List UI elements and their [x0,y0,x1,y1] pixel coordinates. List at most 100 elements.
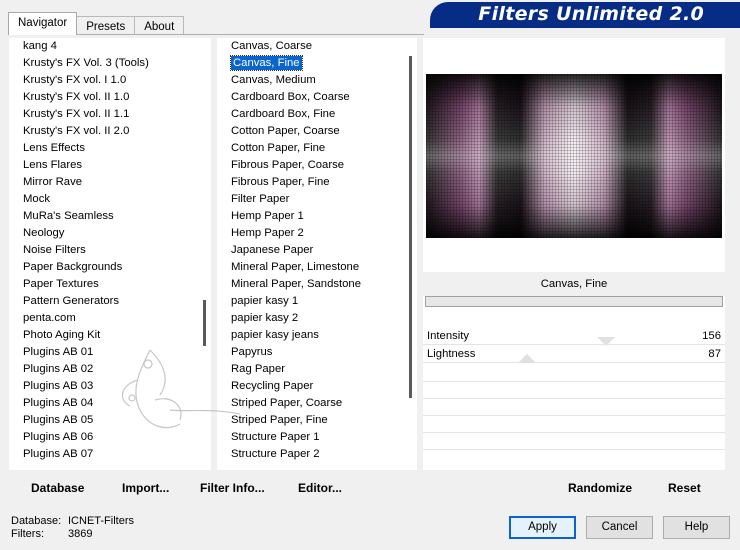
filter-list-item[interactable]: Fibrous Paper, Fine [217,174,417,191]
category-list-item[interactable]: Plugins AB 02 [9,361,211,378]
filter-list-item[interactable]: Canvas, Coarse [217,38,417,55]
status-filters-label: Filters: [11,528,44,540]
filter-list-item[interactable]: Mineral Paper, Limestone [217,259,417,276]
category-list-item[interactable]: Mirror Rave [9,174,211,191]
filter-list-item[interactable]: Structure Paper 2 [217,446,417,463]
tab-navigator[interactable]: Navigator [8,12,78,35]
tab-presets[interactable]: Presets [76,16,136,35]
filter-list-item[interactable]: Fibrous Paper, Coarse [217,157,417,174]
filter-list-item[interactable]: Recycling Paper [217,378,417,395]
category-list-item[interactable]: Krusty's FX vol. II 1.1 [9,106,211,123]
filter-list[interactable]: Canvas, Coarse Canvas, Fine Canvas, Medium… [217,38,417,470]
filter-list-item-label: Cardboard Box, Fine [231,108,336,120]
import-button[interactable]: Import... [122,478,169,498]
category-list-item[interactable]: penta.com [9,310,211,327]
filter-list-item[interactable]: papier kasy 1 [217,293,417,310]
filter-list-item-label: papier kasy 2 [231,312,299,324]
category-list-item[interactable]: Krusty's FX vol. II 1.0 [9,89,211,106]
filter-scroll-thumb[interactable] [409,56,412,398]
editor-button[interactable]: Editor... [298,478,342,498]
editor-button-label: Editor... [298,481,343,495]
progress-bar [425,296,723,307]
filter-items: Canvas, Coarse Canvas, Fine Canvas, Medium… [217,38,417,463]
filter-list-item[interactable]: Canvas, Fine [217,55,417,72]
filter-list-item-label: Rag Paper [231,363,286,375]
category-list-item[interactable]: Lens Effects [9,140,211,157]
filter-info-button-label: Filter Info... [200,481,265,495]
category-list-item[interactable]: Plugins AB 03 [9,378,211,395]
status-database-label: Database: [11,515,62,527]
category-list-item[interactable]: MuRa's Seamless [9,208,211,225]
help-button[interactable]: Help [663,516,730,539]
filter-list-item-label: Recycling Paper [231,380,314,392]
apply-button[interactable]: Apply [509,516,576,539]
filter-list-item-label: papier kasy 1 [231,295,299,307]
filter-list-item[interactable]: Hemp Paper 2 [217,225,417,242]
category-list-item[interactable]: Paper Textures [9,276,211,293]
category-list-item[interactable]: Neology [9,225,211,242]
filter-list-item[interactable]: Cardboard Box, Fine [217,106,417,123]
filter-list-item[interactable]: papier kasy jeans [217,327,417,344]
filter-list-item[interactable]: Hemp Paper 1 [217,208,417,225]
category-list-item[interactable]: Plugins AB 01 [9,344,211,361]
filter-list-item[interactable]: Mineral Paper, Sandstone [217,276,417,293]
filter-list-item-label: Fibrous Paper, Coarse [231,159,345,171]
filter-preview-image[interactable] [426,74,722,238]
category-list-item[interactable]: Noise Filters [9,242,211,259]
category-list-item[interactable]: Krusty's FX vol. II 2.0 [9,123,211,140]
filter-list-item-label: Cardboard Box, Coarse [231,91,350,103]
slider-marker-icon [518,354,536,363]
database-button[interactable]: Database [31,478,84,498]
category-list-item[interactable]: Krusty's FX vol. I 1.0 [9,72,211,89]
filter-scrollbar[interactable] [400,38,417,470]
tab-about[interactable]: About [134,16,185,35]
category-list-item[interactable]: Plugins AB 06 [9,429,211,446]
category-list-item[interactable]: Krusty's FX Vol. 3 (Tools) [9,55,211,72]
filter-list-item[interactable]: papier kasy 2 [217,310,417,327]
category-scrollbar[interactable] [194,38,211,470]
reset-button[interactable]: Reset [668,478,701,498]
filter-list-item-label: Mineral Paper, Limestone [231,261,360,273]
randomize-button[interactable]: Randomize [568,478,632,498]
param-row-divider [423,398,725,399]
category-list-item[interactable]: kang 4 [9,38,211,55]
cancel-button[interactable]: Cancel [586,516,653,539]
param-lightness[interactable]: Lightness 87 [423,346,725,363]
param-row-divider [423,449,725,450]
param-intensity[interactable]: Intensity 156 [423,328,725,345]
filter-list-item-label: Japanese Paper [231,244,314,256]
filter-list-item[interactable]: Japanese Paper [217,242,417,259]
category-list[interactable]: kang 4 Krusty's FX Vol. 3 (Tools) Krusty's… [9,38,211,470]
filter-list-item[interactable]: Striped Paper, Coarse [217,395,417,412]
reset-button-label: Reset [668,481,701,495]
category-list-item[interactable]: Pattern Generators [9,293,211,310]
param-row-divider [423,432,725,433]
filter-list-item-label: Cotton Paper, Fine [231,142,326,154]
category-list-item[interactable]: Lens Flares [9,157,211,174]
filter-list-item-label: Structure Paper 1 [231,431,320,443]
category-list-item[interactable]: Plugins AB 05 [9,412,211,429]
filter-list-item-label: Hemp Paper 1 [231,210,304,222]
filter-list-item[interactable]: Filter Paper [217,191,417,208]
filter-list-item[interactable]: Cotton Paper, Coarse [217,123,417,140]
filter-list-item-label: Filter Paper [231,193,290,205]
filter-list-item[interactable]: Papyrus [217,344,417,361]
filter-list-item-label: Structure Paper 2 [231,448,320,460]
filter-list-item[interactable]: Striped Paper, Fine [217,412,417,429]
filter-list-item[interactable]: Cardboard Box, Coarse [217,89,417,106]
filter-list-item-label: Striped Paper, Fine [231,414,328,426]
category-list-item[interactable]: Plugins AB 07 [9,446,211,463]
category-scroll-thumb[interactable] [203,300,206,346]
category-list-item[interactable]: Mock [9,191,211,208]
category-list-item[interactable]: Plugins AB 04 [9,395,211,412]
category-list-item[interactable]: Paper Backgrounds [9,259,211,276]
filter-list-item[interactable]: Rag Paper [217,361,417,378]
filter-list-item[interactable]: Cotton Paper, Fine [217,140,417,157]
filter-list-item[interactable]: Structure Paper 1 [217,429,417,446]
filter-list-item-label: Fibrous Paper, Fine [231,176,330,188]
filter-list-item[interactable]: Canvas, Medium [217,72,417,89]
filter-list-item-label: Canvas, Coarse [231,40,312,52]
category-list-item[interactable]: Photo Aging Kit [9,327,211,344]
filter-info-button[interactable]: Filter Info... [200,478,265,498]
filter-list-item-label: Canvas, Fine [230,55,303,71]
